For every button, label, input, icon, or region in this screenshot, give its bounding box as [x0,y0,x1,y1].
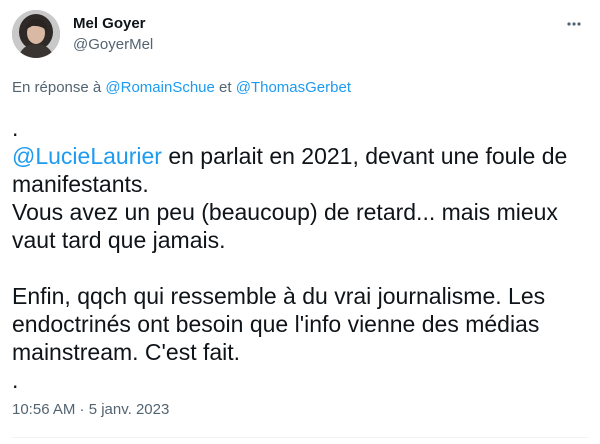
tweet-line: mainstream. C'est fait. [12,339,241,365]
more-dots-icon[interactable] [562,14,586,34]
tweet-line: Vous avez un peu (beaucoup) de retard...… [12,199,558,225]
reply-mention-romainschue[interactable]: @RomainSchue [105,79,214,96]
tweet-line: endoctrinés ont besoin que l'info vienne… [12,311,540,337]
author-display-name[interactable]: Mel Goyer [73,15,146,32]
tweet: Mel Goyer @GoyerMel En réponse à @Romain… [0,0,600,444]
tweet-mention-lucielaurier[interactable]: @LucieLaurier [12,143,162,169]
tweet-line: manifestants. [12,171,149,197]
tweet-line: @LucieLaurier en parlait en 2021, devant… [12,142,592,170]
author-handle[interactable]: @GoyerMel [73,36,153,53]
divider [12,437,588,438]
tweet-text: . @LucieLaurier en parlait en 2021, deva… [12,114,592,394]
tweet-timestamp[interactable]: 10:56 AM · 5 janv. 2023 [12,401,169,418]
tweet-line: vaut tard que jamais. [12,227,226,253]
reply-mention-thomasgerbet[interactable]: @ThomasGerbet [236,79,351,96]
reply-prefix: En réponse à [12,79,102,96]
tweet-line: . [12,115,19,141]
tweet-line: Enfin, qqch qui ressemble à du vrai jour… [12,283,546,309]
avatar[interactable] [12,10,60,58]
tweet-line-text: en parlait en 2021, devant une foule de [161,143,568,169]
reply-context: En réponse à @RomainSchue et @ThomasGerb… [12,79,351,96]
tweet-line: . [12,367,19,393]
reply-separator: et [219,79,232,96]
profile-photo-icon [12,10,60,58]
